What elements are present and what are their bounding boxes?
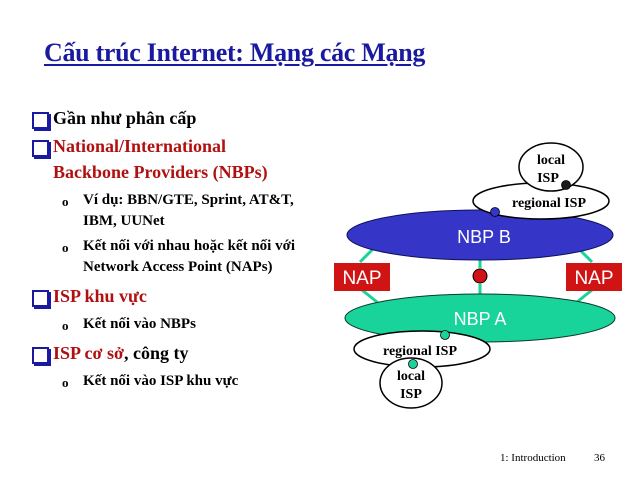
local-isp-bottom-label-line-2: ISP <box>400 387 422 402</box>
local-isp-top-label-line-1: local <box>537 153 565 168</box>
nbp-a-label: NBP A <box>454 309 507 329</box>
peering-point-node <box>472 268 488 284</box>
footer-section: 1: Introduction <box>500 452 566 464</box>
local-isp-bottom-label-line-1: local <box>397 369 425 384</box>
nap-right-label: NAP <box>574 268 613 289</box>
local-isp-top-label-line-2: ISP <box>537 171 559 186</box>
slide: Cấu trúc Internet: Mạng các Mạng Gần như… <box>0 0 640 480</box>
footer-page-number: 36 <box>594 452 605 464</box>
local-isp-bottom-node <box>408 359 418 369</box>
regional-isp-top-label: regional ISP <box>512 196 586 211</box>
regional-isp-bottom-node <box>440 330 450 340</box>
nbp-b-label: NBP B <box>457 227 511 247</box>
network-diagram: NBP A regional ISP local ISP NBP B regio… <box>334 142 622 409</box>
local-isp-top-node <box>561 180 571 190</box>
nap-left-label: NAP <box>342 268 381 289</box>
regional-isp-top-node <box>490 207 500 217</box>
regional-isp-bottom-label: regional ISP <box>383 344 457 359</box>
